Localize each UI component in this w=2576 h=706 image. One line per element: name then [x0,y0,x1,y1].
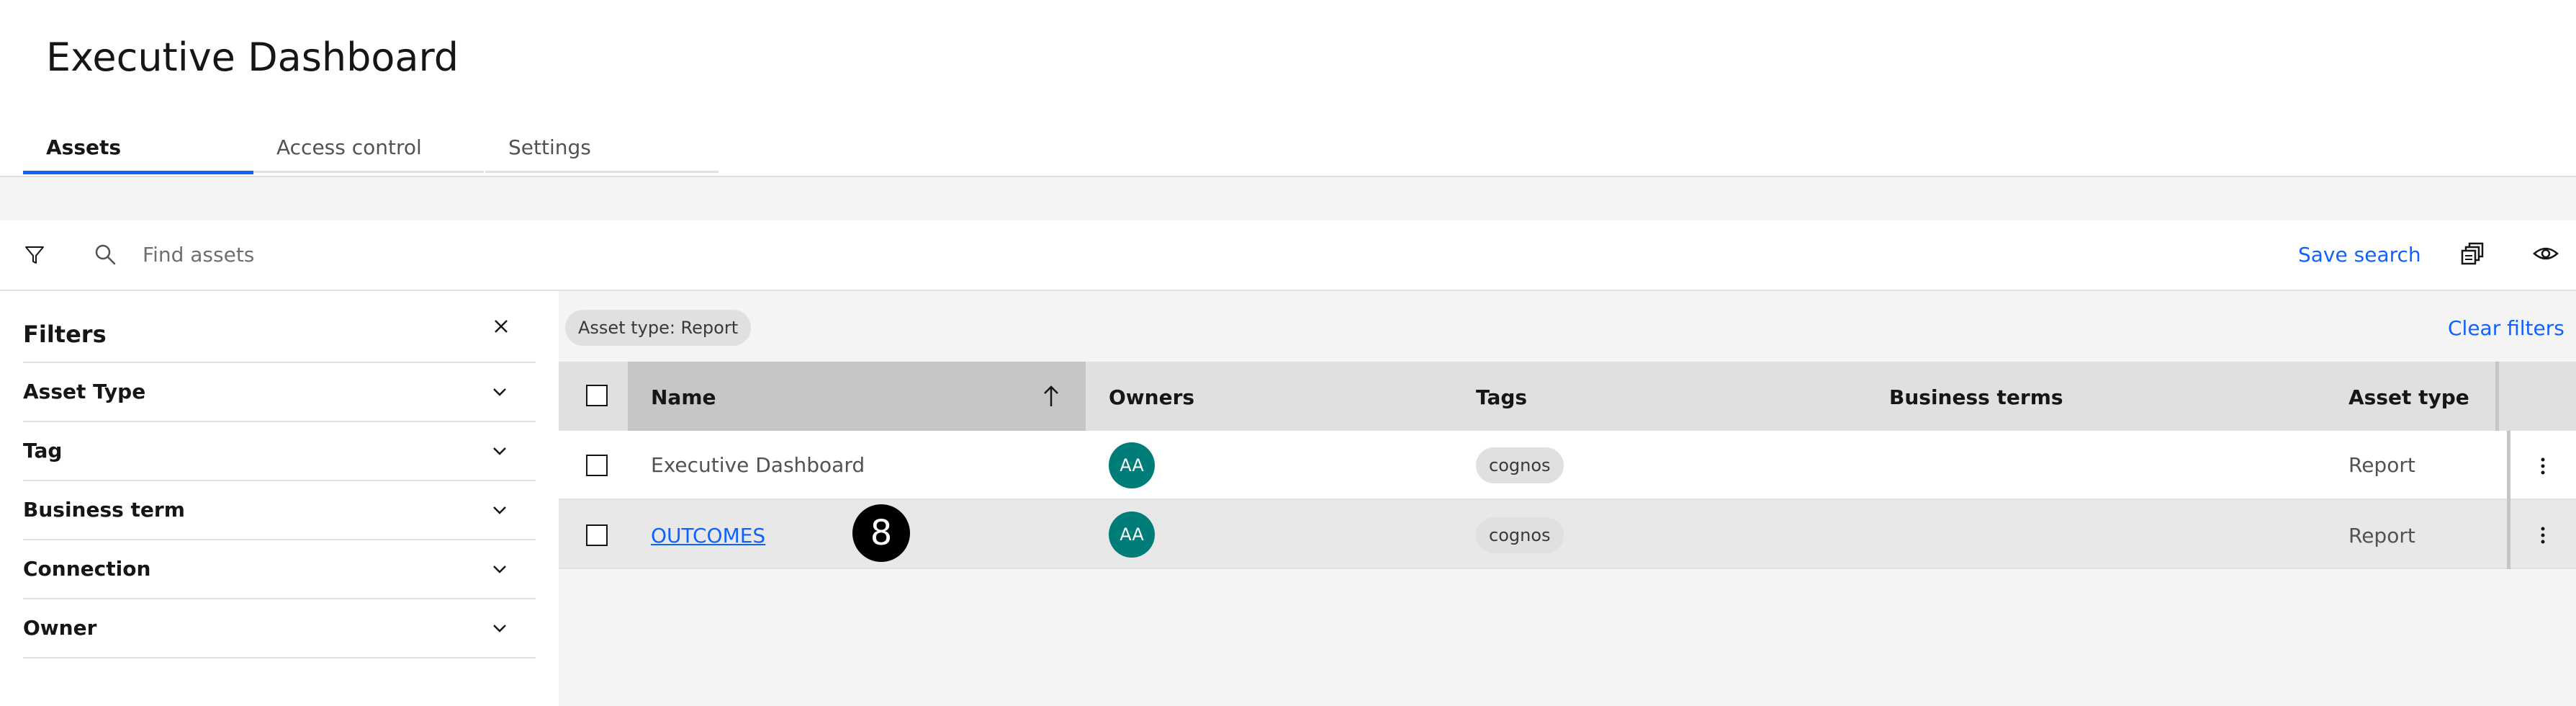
column-header-owners[interactable]: Owners [1109,383,1194,412]
filter-icon[interactable] [23,243,46,267]
filters-title: Filters [23,321,107,348]
chevron-down-icon [493,447,506,455]
column-header-name[interactable]: Name [651,383,716,412]
column-header-asset-type[interactable]: Asset type [2348,383,2469,412]
applied-filter-chip[interactable]: Asset type: Report [565,310,752,346]
asset-name[interactable]: Executive Dashboard [651,451,865,480]
search-input[interactable]: Find assets [143,241,254,269]
avatar: AA [1109,511,1155,558]
filter-connection[interactable]: Connection [23,539,536,598]
close-filters-icon[interactable] [492,317,510,336]
tab-label: Access control [276,135,422,159]
chevron-down-icon [493,388,506,396]
search-icon [94,243,117,266]
tab-label: Assets [46,135,122,159]
column-header-business-terms[interactable]: Business terms [1889,383,2063,412]
overflow-menu-icon[interactable] [2537,455,2549,477]
tab-underline [485,171,719,173]
filter-label: Tag [23,439,63,463]
filter-label: Asset Type [23,380,146,403]
column-divider [2495,362,2499,431]
sort-ascending-icon[interactable] [1041,384,1061,408]
tab-assets[interactable]: Assets [23,130,253,174]
filter-tag[interactable]: Tag [23,421,536,480]
asset-type-cell: Report [2348,524,2415,548]
select-all-checkbox[interactable] [586,385,608,406]
overflow-divider [2507,500,2510,569]
tab-bar: Assets Access control Settings [23,130,719,176]
filter-label: Connection [23,557,151,581]
chevron-down-icon [493,506,506,514]
row-checkbox[interactable] [586,455,608,476]
chevron-down-icon [493,566,506,573]
tab-settings[interactable]: Settings [485,130,719,173]
tag-badge: cognos [1476,517,1564,553]
page-title: Executive Dashboard [46,35,459,80]
overflow-menu-icon[interactable] [2537,524,2549,546]
filter-business-term[interactable]: Business term [23,480,536,539]
asset-type-cell: Report [2348,453,2415,477]
avatar: AA [1109,442,1155,488]
filter-label: Business term [23,498,185,522]
tab-underline [253,171,484,173]
filter-asset-type[interactable]: Asset Type [23,362,536,421]
filters-divider [23,657,536,658]
tab-indicator [23,171,253,174]
view-icon[interactable] [2533,242,2559,265]
filter-owner[interactable]: Owner [23,598,536,657]
save-search-button[interactable]: Save search [2298,241,2421,269]
column-header-tags[interactable]: Tags [1476,383,1527,412]
tab-access-control[interactable]: Access control [253,130,484,173]
row-checkbox[interactable] [586,524,608,546]
bulk-copy-icon[interactable] [2461,241,2485,266]
chevron-down-icon [493,625,506,633]
tab-label: Settings [508,135,591,159]
section-divider-band [0,176,2576,220]
clear-filters-link[interactable]: Clear filters [2448,314,2564,343]
overflow-divider [2507,431,2510,500]
asset-name-link[interactable]: OUTCOMES [651,522,765,550]
filter-label: Owner [23,616,97,640]
tag-badge: cognos [1476,447,1564,483]
asset-toolbar [0,220,2576,291]
step-number-badge: 8 [852,504,910,562]
